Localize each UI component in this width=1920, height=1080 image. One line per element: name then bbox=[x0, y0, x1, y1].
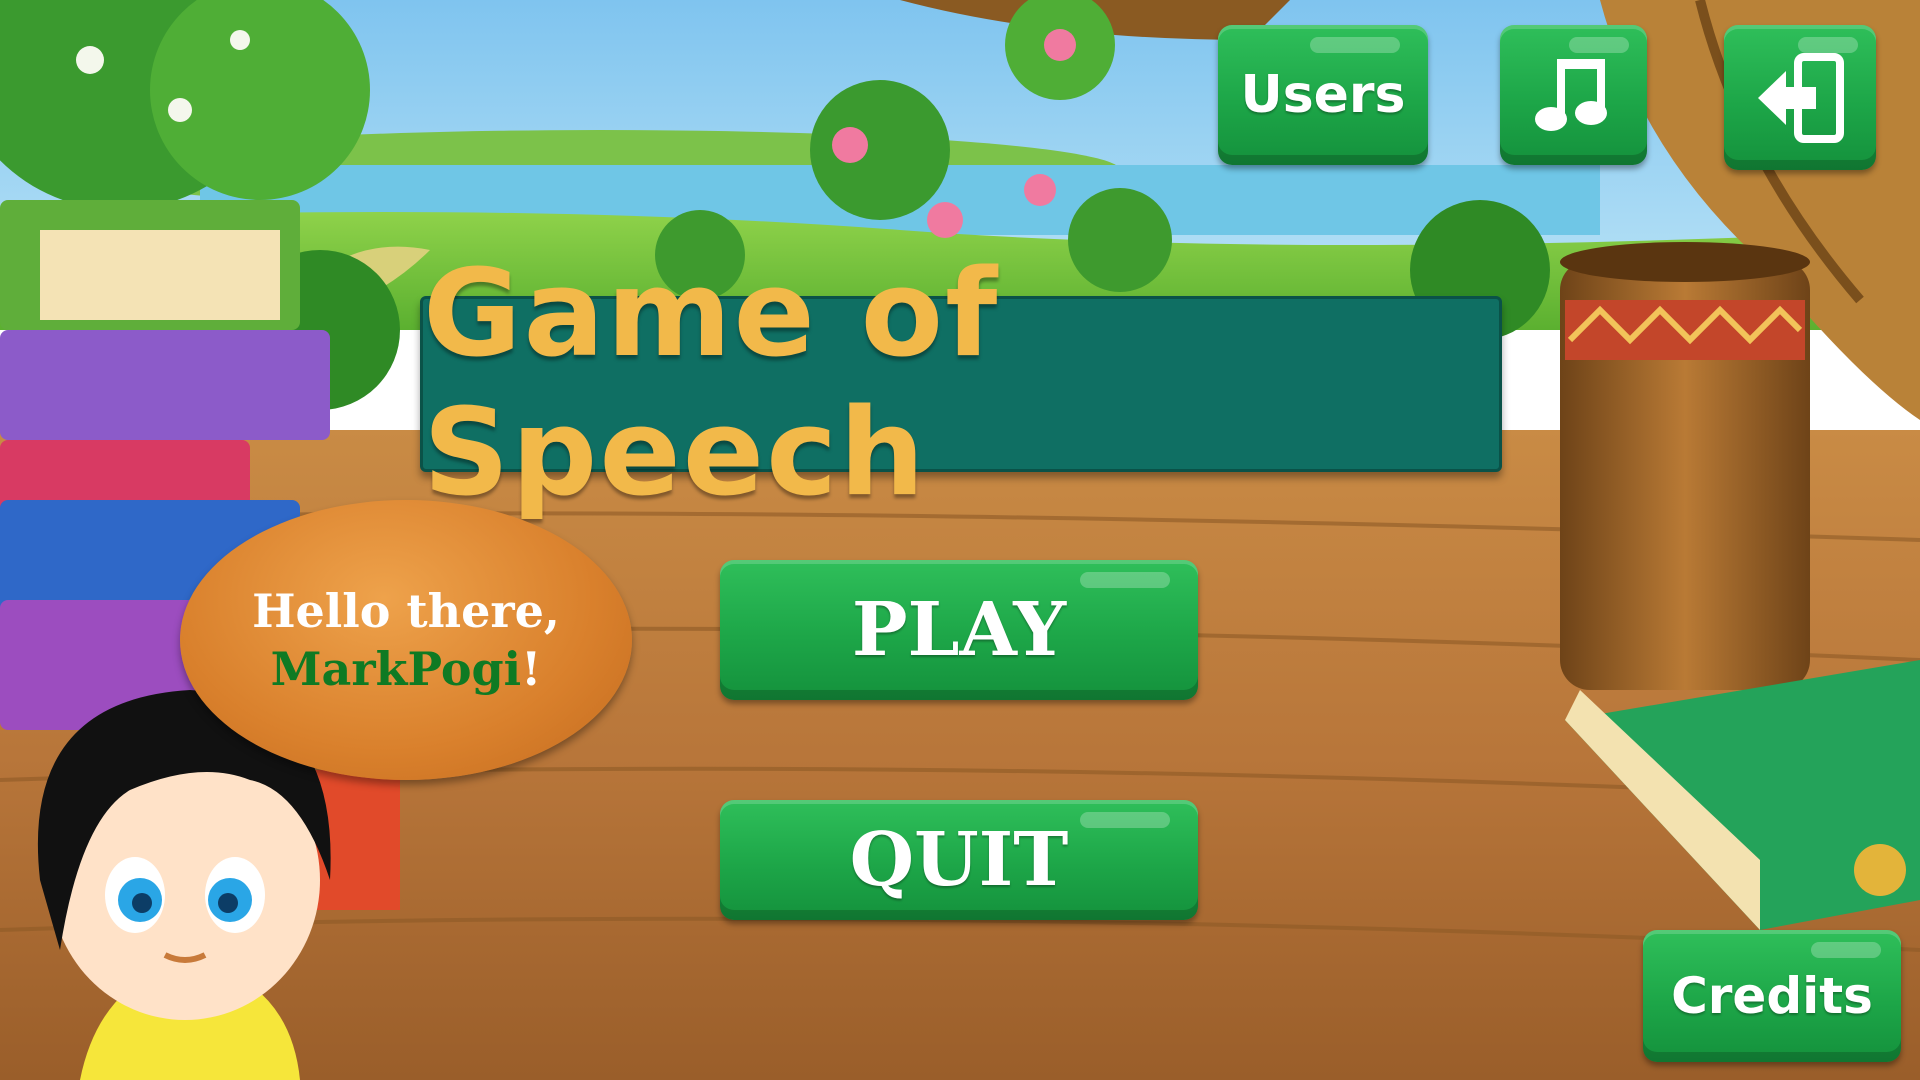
credits-button-label: Credits bbox=[1671, 967, 1873, 1025]
pink-flower bbox=[927, 202, 963, 238]
users-button[interactable]: Users bbox=[1218, 25, 1428, 165]
greeting-text: Hello there, bbox=[252, 584, 560, 638]
play-button-label: PLAY bbox=[851, 587, 1067, 673]
quit-button-label: QUIT bbox=[849, 817, 1069, 903]
button-shine bbox=[1569, 37, 1629, 53]
music-toggle-button[interactable] bbox=[1500, 25, 1647, 165]
exit-button[interactable] bbox=[1724, 25, 1876, 170]
pink-flower bbox=[832, 127, 868, 163]
title-banner: Game of Speech bbox=[420, 245, 1502, 523]
button-shine bbox=[1080, 572, 1170, 588]
white-blossom bbox=[168, 98, 192, 122]
users-button-label: Users bbox=[1240, 65, 1406, 125]
credits-button[interactable]: Credits bbox=[1643, 930, 1901, 1062]
pink-flower bbox=[1044, 29, 1076, 61]
play-button[interactable]: PLAY bbox=[720, 560, 1198, 700]
button-shine bbox=[1080, 812, 1170, 828]
cup-top bbox=[1560, 242, 1810, 282]
exit-arrow-icon bbox=[1758, 52, 1844, 143]
music-note-icon bbox=[1534, 59, 1607, 131]
branch-leaves bbox=[810, 80, 950, 220]
game-title: Game of Speech bbox=[423, 245, 1000, 523]
button-shine bbox=[1811, 942, 1881, 958]
quit-button[interactable]: QUIT bbox=[720, 800, 1198, 920]
greeting-name-line: MarkPogi! bbox=[271, 640, 542, 698]
white-blossom bbox=[76, 46, 104, 74]
pink-flower bbox=[1024, 174, 1056, 206]
white-blossom bbox=[230, 30, 250, 50]
username: MarkPogi bbox=[270, 642, 522, 696]
greeting-exclamation: ! bbox=[521, 642, 542, 696]
speech-bubble: Hello there, MarkPogi! bbox=[180, 500, 632, 780]
button-shine bbox=[1310, 37, 1400, 53]
